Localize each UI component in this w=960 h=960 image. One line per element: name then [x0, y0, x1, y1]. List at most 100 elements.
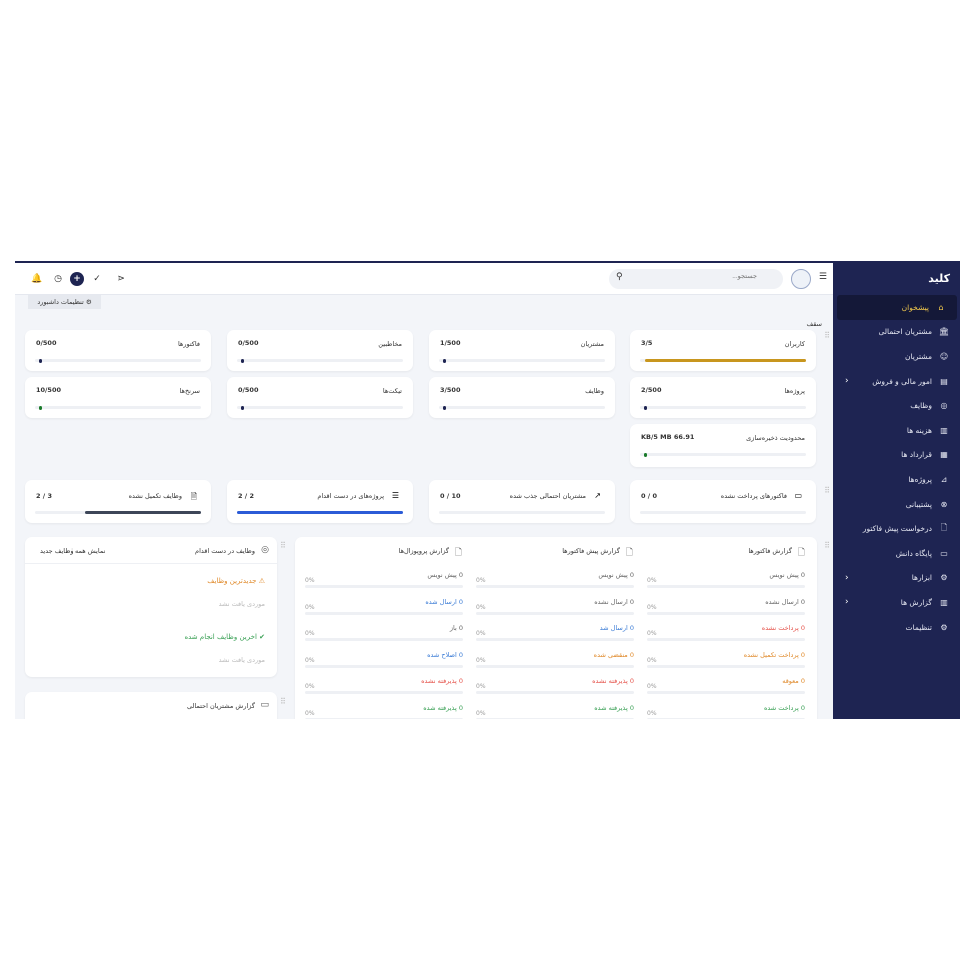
quota-progress-bar [237, 405, 403, 410]
warning-icon: ⚠ [258, 577, 265, 585]
sidebar-item[interactable]: ▤ امور مالی و فروش ‹ [833, 369, 960, 394]
report-row-progress-bar [647, 638, 805, 641]
quota-card-title: مشتریان [580, 340, 604, 348]
summary-card: 🗎 وظایف تکمیل نشده 3 / 2 [25, 480, 211, 523]
report-row-percent: 0% [305, 603, 315, 611]
sidebar-item[interactable]: ⊿ پروژه‌ها [833, 467, 960, 492]
sidebar-item-label: قرارداد ها [901, 450, 932, 460]
sliders-icon: ☰ [391, 491, 399, 500]
report-row: 0 ارسال نشده 0% [647, 598, 805, 622]
report-row-progress-bar [647, 691, 805, 694]
sidebar-item[interactable]: ⚙ تنظیمات [833, 615, 960, 640]
quota-card-value: 66.91 KB/5 MB [641, 433, 695, 441]
add-icon[interactable]: + [70, 272, 84, 286]
quota-card: مشتریان 1/500 [429, 330, 615, 371]
sidebar-item-label: امور مالی و فروش [872, 376, 932, 386]
bell-icon[interactable]: 🔔 [30, 272, 44, 286]
summary-card: ↗ مشتریان احتمالی جذب شده 10 / 0 [429, 480, 615, 523]
drag-handle-icon[interactable]: ⠿ [824, 331, 830, 340]
report-row-percent: 0% [476, 656, 486, 664]
report-row-progress-bar [476, 717, 634, 719]
summary-card-value: 10 / 0 [440, 492, 461, 500]
report-row-label: 0 پرداخت شده [763, 703, 805, 712]
chevron-icon[interactable]: ‹ [845, 376, 849, 386]
trend-icon: ↗ [594, 491, 601, 500]
sidebar-item-label: پیشخوان [901, 302, 929, 312]
gear-icon: ⚙ [940, 622, 948, 632]
clock-icon[interactable]: ◷ [51, 272, 65, 286]
user-icon: ☺ [939, 351, 949, 361]
sidebar-item[interactable]: ▦ قرارداد ها [833, 443, 960, 468]
search-box[interactable]: ⚲ [609, 269, 783, 289]
quota-card: پروژه‌ها 2/500 [630, 377, 816, 418]
check-circle-icon: ◎ [261, 545, 269, 555]
check-icon[interactable]: ✓ [90, 272, 104, 286]
sidebar-item[interactable]: ▥ هزینه ها [833, 418, 960, 443]
sidebar-item[interactable]: 🏛 مشتریان احتمالی [833, 320, 960, 345]
money-icon: ▭ [260, 700, 269, 710]
progress-fill [39, 405, 42, 410]
sidebar-item[interactable]: ▭ پایگاه دانش [833, 541, 960, 566]
report-row: 0 پیش نویس 0% [305, 571, 463, 595]
quota-card-title: فاکتورها [177, 340, 200, 348]
sidebar-item[interactable]: ▥ گزارش ها ‹ [833, 590, 960, 615]
sidebar-item[interactable]: ⚙ ابزارها ‹ [833, 566, 960, 591]
quota-progress-bar [35, 358, 201, 363]
search-icon[interactable]: ⚲ [616, 272, 623, 282]
report-row: 0 باز 0% [305, 624, 463, 648]
gear-icon: ⚙ [85, 298, 92, 306]
quota-section-label: سقف [806, 320, 822, 328]
check-icon: ✔ [259, 633, 265, 641]
summary-progress-bar [640, 511, 806, 514]
search-input[interactable] [637, 273, 757, 280]
report-row-percent: 0% [476, 630, 486, 637]
report-row-percent: 0% [305, 683, 315, 690]
chevron-icon[interactable]: ‹ [845, 573, 849, 583]
sidebar-item-label: گزارش ها [900, 597, 932, 607]
invoice-report-icon: 🗋 [797, 548, 805, 558]
sidebar-item[interactable]: 🗋 درخواست پیش فاکتور [833, 516, 960, 541]
menu-toggle-icon[interactable]: ☰ [819, 272, 827, 282]
chevron-icon[interactable]: ‹ [845, 597, 849, 607]
quota-card-title: کاربران [784, 340, 805, 348]
drag-handle-icon[interactable]: ⠿ [824, 541, 830, 550]
report-row-percent: 0% [476, 603, 486, 611]
dashboard-settings-button[interactable]: ⚙ تنظیمات داشبورد [28, 295, 101, 309]
quota-card: تیکت‌ها 0/500 [227, 377, 413, 418]
summary-card-title: وظایف تکمیل نشده [128, 492, 182, 500]
share-icon[interactable]: ⋖ [114, 272, 128, 286]
quota-card: فاکتورها 0/500 [25, 330, 211, 371]
proposal-report-title: گزارش پروپوزال‌ها [398, 547, 449, 555]
sidebar-item[interactable]: ☺ مشتریان [833, 344, 960, 369]
reports-panel: 🗋 گزارش فاکتورها 🗋 گزارش پیش فاکتورها 🗋 … [295, 537, 817, 719]
sidebar-item[interactable]: ⊗ پشتیبانی [833, 492, 960, 517]
report-row: 0 اصلاح شده 0% [305, 651, 463, 675]
divider [25, 563, 277, 564]
sidebar-item[interactable]: ⌂ پیشخوان [837, 295, 957, 320]
drag-handle-icon[interactable]: ⠿ [280, 697, 286, 706]
report-row-percent: 0% [647, 656, 657, 664]
report-row-label: 0 پذیرفته شده [594, 703, 634, 712]
file-check-icon: 🗎 [190, 492, 197, 501]
report-row-progress-bar [305, 611, 463, 615]
avatar[interactable] [791, 269, 811, 289]
drag-handle-icon[interactable]: ⠿ [824, 486, 830, 495]
quota-card-title: تیکت‌ها [382, 387, 402, 395]
money-icon: ▭ [794, 491, 802, 500]
new-task-link[interactable]: وظایف جدید [40, 547, 74, 555]
report-row: 0 پذیرفته نشده 0% [305, 677, 463, 701]
report-row: 0 پرداخت شده 0% [647, 703, 805, 719]
report-row-progress-bar [647, 664, 805, 668]
quota-card-title: محدودیت ذخیره‌سازی [746, 434, 805, 442]
contract-icon: ▦ [940, 450, 948, 460]
report-row-label: 0 اصلاح شده [427, 650, 463, 659]
quota-card-title: مخاطبین [378, 340, 402, 348]
quota-card-value: 1/500 [440, 339, 461, 347]
home-icon: ⌂ [938, 302, 944, 312]
show-all-link[interactable]: نمایش همه [75, 547, 105, 555]
report-row-progress-bar [647, 611, 805, 615]
sidebar-item[interactable]: ◎ وظایف [833, 393, 960, 418]
progress-fill [644, 359, 806, 362]
drag-handle-icon[interactable]: ⠿ [280, 541, 286, 550]
tasks-panel: ◎ وظایف در دست اقدام نمایش همه | وظایف ج… [25, 537, 277, 677]
